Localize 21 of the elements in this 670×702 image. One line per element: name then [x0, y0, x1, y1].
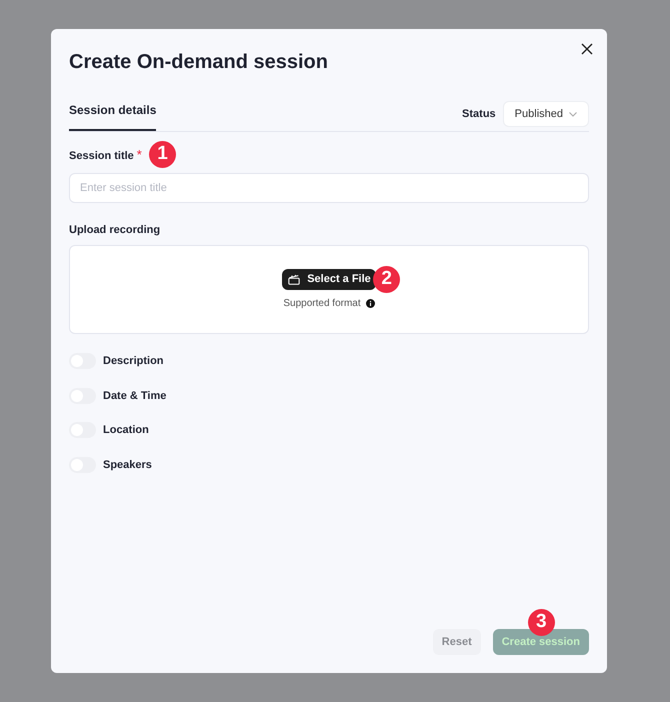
status-label: Status: [462, 106, 496, 122]
select-file-button[interactable]: Select a File: [282, 268, 376, 290]
input-field[interactable]: Enter session title: [69, 172, 589, 202]
number-badge: 2: [373, 266, 400, 292]
info-icon[interactable]: [366, 298, 375, 308]
toggle-label: Date & Time: [103, 388, 166, 404]
chevron-down-icon: [569, 112, 577, 116]
hint-text: Supported format: [283, 296, 361, 310]
number-badge: 1: [149, 141, 176, 168]
required-mark: *: [136, 148, 142, 161]
tab[interactable]: Session details: [69, 101, 156, 131]
toggle-label: Description: [103, 354, 164, 369]
status-dropdown[interactable]: Published: [502, 101, 589, 127]
toggle-label: Location: [103, 423, 149, 438]
number-badge: 3: [528, 608, 555, 636]
field-label: Session title: [69, 149, 134, 164]
close-icon[interactable]: [581, 43, 593, 55]
clapperboard-icon: [288, 274, 300, 284]
toggle-label: Speakers: [103, 458, 152, 472]
field-label: Upload recording: [69, 222, 162, 238]
dialog-title: Create On-demand session: [69, 50, 329, 75]
